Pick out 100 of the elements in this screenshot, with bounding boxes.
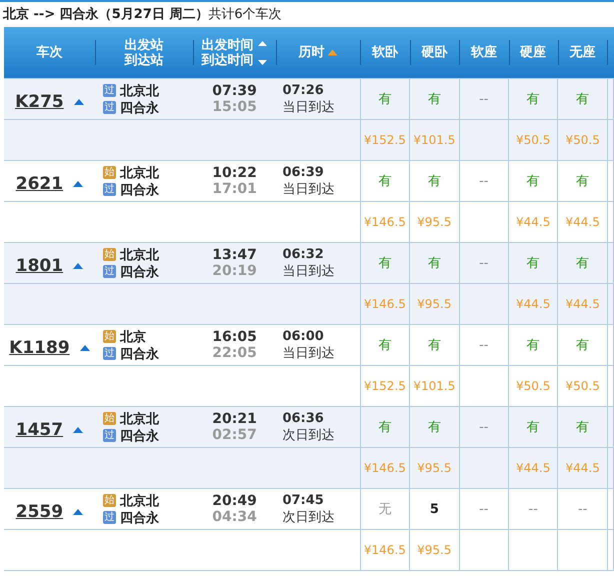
seat-availability: -- bbox=[528, 502, 538, 516]
ticket-price: ¥44.5 bbox=[565, 296, 600, 310]
departure-station: 北京北 bbox=[120, 164, 159, 182]
station-badge: 过 bbox=[102, 347, 116, 360]
departure-time: 13:47 bbox=[211, 247, 258, 263]
duration: 06:32 bbox=[282, 246, 325, 262]
route-summary: 北京 --> 四合永（5月27日 周二）共计6个车次 bbox=[2, 6, 283, 24]
ticket-price: ¥95.5 bbox=[417, 460, 452, 474]
seat-availability: -- bbox=[479, 338, 488, 352]
station-badge: 过 bbox=[102, 511, 116, 524]
station-badge: 始 bbox=[102, 330, 116, 343]
ticket-price: ¥146.5 bbox=[364, 542, 406, 556]
station-badge: 过 bbox=[102, 429, 116, 442]
duration: 07:26 bbox=[282, 82, 325, 98]
seat-availability: 无 bbox=[378, 502, 392, 517]
station-badge: 过 bbox=[102, 101, 116, 114]
arrival-day: 当日到达 bbox=[282, 344, 360, 362]
arrival-time: 02:57 bbox=[211, 427, 258, 443]
station-badge: 始 bbox=[102, 166, 116, 179]
ticket-price: ¥95.5 bbox=[417, 214, 452, 228]
departure-time: 20:21 bbox=[211, 411, 258, 427]
arrival-time: 22:05 bbox=[211, 345, 258, 361]
ticket-price: ¥50.5 bbox=[516, 132, 550, 146]
departure-time: 16:05 bbox=[211, 329, 258, 345]
arrival-time: 15:05 bbox=[211, 99, 258, 115]
departure-station: 北京北 bbox=[120, 246, 159, 264]
seat-availability: 有 bbox=[428, 338, 441, 353]
train-number-link[interactable]: 2559 bbox=[16, 502, 64, 522]
expand-up-icon[interactable] bbox=[73, 263, 84, 269]
expand-up-icon[interactable] bbox=[73, 427, 84, 433]
seat-availability: 有 bbox=[576, 338, 590, 353]
arrival-day: 次日到达 bbox=[282, 508, 360, 526]
expand-up-icon[interactable] bbox=[74, 99, 84, 105]
duration: 07:45 bbox=[282, 492, 325, 508]
seat-availability: 有 bbox=[378, 338, 392, 353]
train-number-link[interactable]: 2621 bbox=[16, 174, 64, 194]
expand-up-icon[interactable] bbox=[80, 345, 90, 351]
departure-time: 20:49 bbox=[211, 493, 258, 509]
column-header: 软座 bbox=[470, 45, 497, 60]
column-header: 硬座 bbox=[520, 45, 546, 60]
seat-availability: 有 bbox=[576, 256, 590, 271]
seat-availability: 5 bbox=[430, 502, 439, 516]
seat-availability: 有 bbox=[428, 92, 441, 107]
arrival-station: 四合永 bbox=[120, 100, 159, 116]
arrival-day: 当日到达 bbox=[282, 98, 360, 116]
seat-availability: -- bbox=[479, 502, 488, 516]
column-header: 车次 bbox=[36, 45, 62, 60]
arrival-station: 四合永 bbox=[120, 428, 159, 444]
seat-availability: 有 bbox=[576, 420, 590, 435]
arrival-time: 04:34 bbox=[211, 509, 258, 525]
departure-time: 07:39 bbox=[211, 83, 258, 99]
departure-station: 北京北 bbox=[120, 492, 159, 510]
ticket-price: ¥44.5 bbox=[565, 214, 600, 228]
station-badge: 始 bbox=[102, 494, 116, 507]
seat-availability: 有 bbox=[526, 256, 540, 271]
arrival-station: 四合永 bbox=[120, 346, 159, 362]
departure-station: 北京 bbox=[120, 328, 146, 346]
seat-availability: 有 bbox=[526, 174, 540, 189]
ticket-price: ¥146.5 bbox=[364, 296, 406, 310]
ticket-price: ¥44.5 bbox=[516, 214, 550, 228]
departure-station: 北京北 bbox=[120, 410, 159, 428]
ticket-price: ¥95.5 bbox=[417, 296, 452, 310]
arrival-time: 17:01 bbox=[211, 181, 258, 197]
seat-availability: 有 bbox=[526, 338, 540, 353]
seat-availability: 有 bbox=[428, 256, 441, 271]
seat-availability: 有 bbox=[378, 92, 392, 107]
ticket-price: ¥95.5 bbox=[417, 542, 452, 556]
ticket-price: ¥44.5 bbox=[565, 460, 600, 474]
seat-availability: 有 bbox=[378, 256, 392, 271]
expand-up-icon[interactable] bbox=[73, 509, 84, 515]
seat-availability: -- bbox=[479, 420, 488, 434]
station-badge: 过 bbox=[102, 183, 116, 196]
expand-up-icon[interactable] bbox=[73, 181, 84, 187]
station-badge: 过 bbox=[102, 265, 116, 278]
departure-time: 10:22 bbox=[211, 165, 258, 181]
arrival-day: 次日到达 bbox=[282, 426, 360, 444]
ticket-price: ¥146.5 bbox=[364, 460, 406, 474]
ticket-price: ¥146.5 bbox=[364, 214, 406, 228]
seat-availability: -- bbox=[479, 256, 488, 270]
ticket-price: ¥44.5 bbox=[516, 460, 550, 474]
sort-arrows-icon[interactable] bbox=[256, 40, 268, 66]
seat-availability: 有 bbox=[378, 420, 392, 435]
column-header: 硬卧 bbox=[421, 45, 448, 60]
arrival-station: 四合永 bbox=[120, 510, 159, 526]
ticket-price: ¥50.5 bbox=[516, 378, 550, 392]
ticket-price: ¥44.5 bbox=[516, 296, 550, 310]
arrival-time: 20:19 bbox=[211, 263, 258, 279]
ticket-price: ¥50.5 bbox=[565, 378, 600, 392]
seat-availability: 有 bbox=[378, 174, 392, 189]
seat-availability: 有 bbox=[576, 174, 590, 189]
arrival-station: 四合永 bbox=[120, 182, 159, 198]
ticket-price: ¥101.5 bbox=[413, 378, 456, 392]
duration: 06:39 bbox=[282, 164, 325, 180]
seat-availability: 有 bbox=[526, 92, 540, 107]
ticket-price: ¥101.5 bbox=[413, 132, 456, 146]
train-number-link[interactable]: K1189 bbox=[9, 338, 70, 358]
station-badge: 始 bbox=[102, 248, 116, 261]
seat-availability: 有 bbox=[576, 92, 590, 107]
seat-availability: -- bbox=[479, 174, 488, 188]
seat-availability: 有 bbox=[428, 174, 441, 189]
